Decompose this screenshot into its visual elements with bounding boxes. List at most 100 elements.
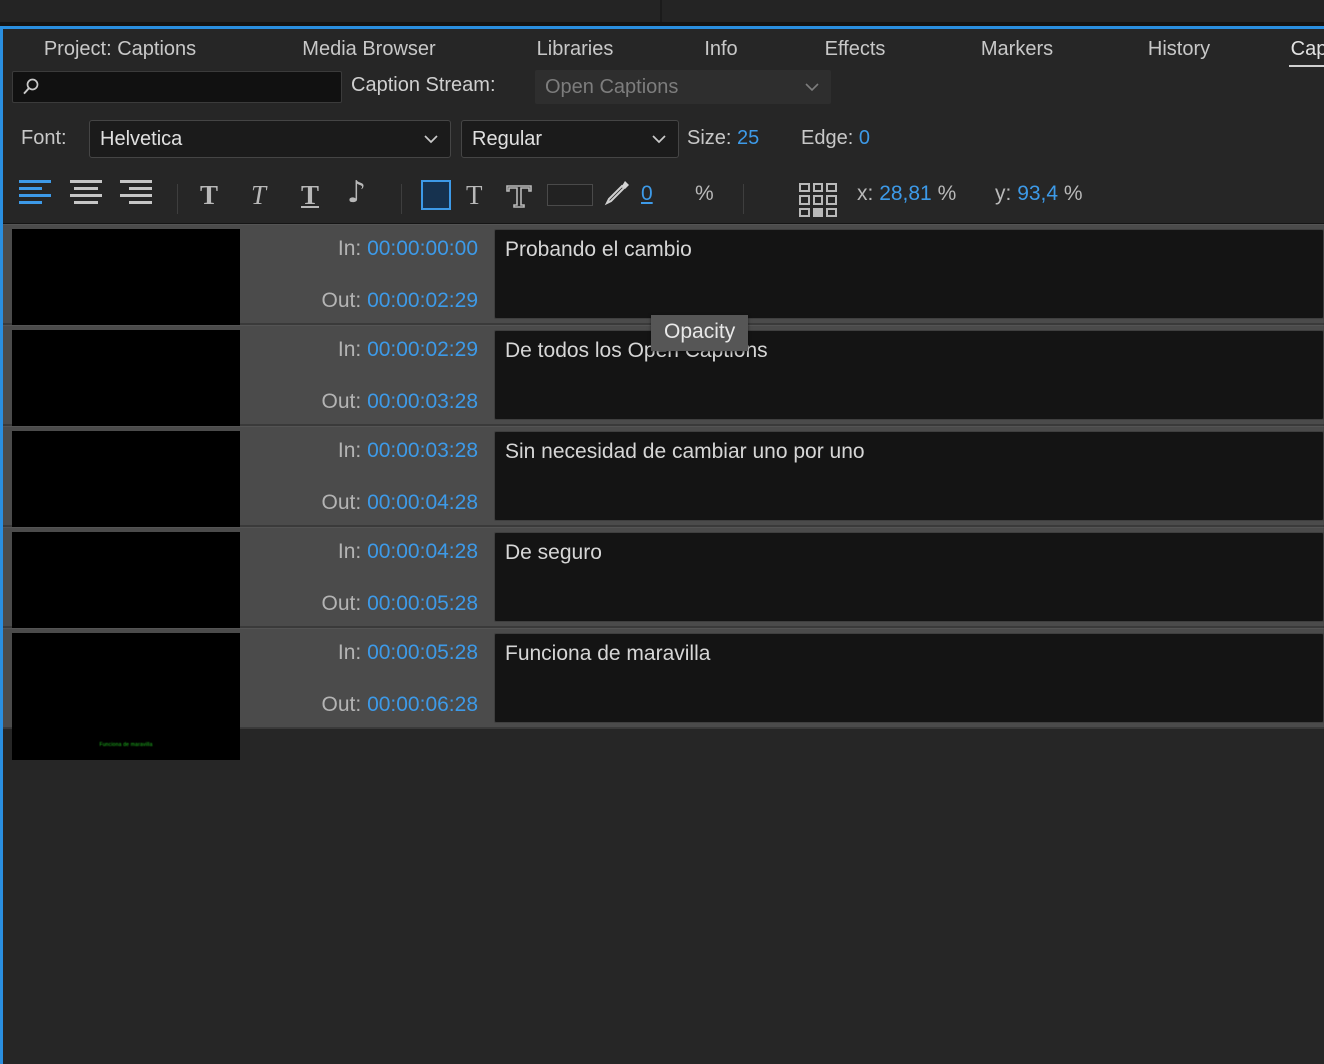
chevron-down-icon bbox=[650, 128, 668, 151]
edge-label: Edge: bbox=[801, 127, 854, 149]
tab-project-captions[interactable]: Project: Captions bbox=[25, 29, 215, 69]
caption-text-box[interactable]: Probando el cambio bbox=[494, 229, 1324, 319]
position-y-control[interactable]: y: 93,4 % bbox=[995, 182, 1083, 206]
font-size-value[interactable]: 25 bbox=[737, 127, 759, 149]
in-value[interactable]: 00:00:00:00 bbox=[367, 237, 478, 260]
out-value[interactable]: 00:00:06:28 bbox=[367, 693, 478, 716]
format-toolbar: T T T ♪ T 0 % x: 28,81 % y: 93,4 % bbox=[3, 168, 1324, 224]
align-right-icon[interactable] bbox=[120, 180, 152, 208]
anchor-cell-selected[interactable] bbox=[812, 207, 824, 217]
tab-info[interactable]: Info bbox=[695, 29, 747, 69]
position-x-label: x: bbox=[857, 182, 874, 205]
text-outline-icon[interactable] bbox=[503, 180, 535, 215]
panel-seam bbox=[660, 0, 662, 22]
caption-text-box[interactable]: Funciona de maravilla bbox=[494, 633, 1324, 723]
in-point[interactable]: In: 00:00:03:28 bbox=[338, 439, 478, 463]
caption-row[interactable]: Sin necesidad de cambiar uno por unoIn: … bbox=[3, 426, 1324, 558]
anchor-cell[interactable] bbox=[826, 195, 837, 205]
out-label: Out: bbox=[321, 390, 362, 413]
tab-media-browser[interactable]: Media Browser bbox=[287, 29, 451, 69]
out-value[interactable]: 00:00:02:29 bbox=[367, 289, 478, 312]
in-point[interactable]: In: 00:00:05:28 bbox=[338, 641, 478, 665]
music-note-icon[interactable]: ♪ bbox=[347, 178, 366, 208]
in-label: In: bbox=[337, 439, 362, 462]
out-label: Out: bbox=[321, 491, 362, 514]
anchor-cell[interactable] bbox=[826, 183, 837, 193]
position-y-value[interactable]: 93,4 bbox=[1017, 182, 1058, 205]
out-point[interactable]: Out: 00:00:04:28 bbox=[322, 491, 478, 515]
search-field[interactable] bbox=[12, 71, 342, 103]
in-point[interactable]: In: 00:00:02:29 bbox=[338, 338, 478, 362]
align-left-icon[interactable] bbox=[19, 180, 51, 208]
tab-markers[interactable]: Markers bbox=[967, 29, 1067, 69]
font-style-select[interactable]: Regular bbox=[461, 120, 679, 158]
out-point[interactable]: Out: 00:00:02:29 bbox=[322, 289, 478, 313]
tooltip-opacity: Opacity bbox=[651, 315, 749, 351]
caption-text-box[interactable]: De seguro bbox=[494, 532, 1324, 622]
in-point[interactable]: In: 00:00:04:28 bbox=[338, 540, 478, 564]
position-x-unit: % bbox=[937, 182, 957, 205]
caption-stream-select[interactable]: Open Captions bbox=[535, 70, 831, 104]
caption-timecodes: In: 00:00:04:28 Out: 00:00:05:28 bbox=[240, 528, 490, 626]
in-label: In: bbox=[337, 237, 362, 260]
out-value[interactable]: 00:00:04:28 bbox=[367, 491, 478, 514]
tab-history[interactable]: History bbox=[1135, 29, 1223, 69]
font-row: Font: Helvetica Regular Size: 25 Edge: 0 bbox=[3, 115, 1324, 168]
underline-icon[interactable]: T bbox=[301, 180, 319, 210]
anchor-cell[interactable] bbox=[799, 195, 810, 205]
edge-value[interactable]: 0 bbox=[859, 127, 870, 149]
in-value[interactable]: 00:00:05:28 bbox=[367, 641, 478, 664]
background-color-chip[interactable] bbox=[547, 184, 593, 206]
caption-text-box[interactable]: Sin necesidad de cambiar uno por uno bbox=[494, 431, 1324, 521]
out-point[interactable]: Out: 00:00:03:28 bbox=[322, 390, 478, 414]
font-family-select[interactable]: Helvetica bbox=[89, 120, 451, 158]
caption-text-box[interactable]: De todos los Open Captions bbox=[494, 330, 1324, 420]
text-anchor-grid-icon[interactable] bbox=[799, 183, 837, 217]
opacity-unit: % bbox=[695, 182, 714, 205]
caption-timecodes: In: 00:00:03:28 Out: 00:00:04:28 bbox=[240, 427, 490, 525]
app-top-strip bbox=[0, 0, 1324, 22]
text-color-swatch[interactable] bbox=[421, 180, 451, 210]
font-label: Font: bbox=[21, 127, 67, 149]
caption-thumbnail[interactable]: Funciona de maravilla bbox=[12, 633, 240, 760]
eyedropper-icon[interactable] bbox=[601, 178, 631, 215]
font-size-control[interactable]: Size: 25 bbox=[687, 127, 759, 150]
caption-stream-value: Open Captions bbox=[545, 75, 679, 98]
out-label: Out: bbox=[321, 693, 362, 716]
align-center-icon[interactable] bbox=[70, 180, 102, 208]
tab-effects[interactable]: Effects bbox=[815, 29, 895, 69]
caption-row[interactable]: Funciona de maravilla In: 00:00:05:28 Out:… bbox=[3, 628, 1324, 760]
out-point[interactable]: Out: 00:00:06:28 bbox=[322, 693, 478, 717]
chevron-down-icon bbox=[803, 76, 821, 99]
opacity-value[interactable]: 0 bbox=[641, 182, 653, 206]
anchor-cell[interactable] bbox=[799, 183, 810, 193]
anchor-cell[interactable] bbox=[799, 207, 810, 217]
caption-row[interactable]: De seguro In: 00:00:04:28 Out: 00:00:05:28… bbox=[3, 527, 1324, 659]
anchor-cell[interactable] bbox=[812, 183, 824, 193]
in-value[interactable]: 00:00:02:29 bbox=[367, 338, 478, 361]
chevron-down-icon bbox=[422, 128, 440, 151]
caption-row[interactable]: Probando el cambio In: 00:00:00:00 Out: 00… bbox=[3, 224, 1324, 356]
out-value[interactable]: 00:00:05:28 bbox=[367, 592, 478, 615]
tooltip-label: Opacity bbox=[664, 320, 736, 343]
in-value[interactable]: 00:00:03:28 bbox=[367, 439, 478, 462]
caption-timecodes: In: 00:00:00:00 Out: 00:00:02:29 bbox=[240, 225, 490, 323]
tab-libraries[interactable]: Libraries bbox=[523, 29, 627, 69]
in-value[interactable]: 00:00:04:28 bbox=[367, 540, 478, 563]
edge-control[interactable]: Edge: 0 bbox=[801, 127, 870, 150]
position-x-control[interactable]: x: 28,81 % bbox=[857, 182, 956, 206]
thumbnail-caption-text: Funciona de maravilla bbox=[99, 742, 153, 748]
search-input[interactable] bbox=[41, 78, 341, 96]
position-x-value[interactable]: 28,81 bbox=[879, 182, 932, 205]
anchor-cell[interactable] bbox=[826, 207, 837, 217]
tab-cap[interactable]: Cap bbox=[1289, 29, 1324, 69]
bold-icon[interactable]: T bbox=[200, 180, 218, 210]
italic-icon[interactable]: T bbox=[251, 180, 266, 210]
anchor-cell[interactable] bbox=[812, 195, 824, 205]
in-point[interactable]: In: 00:00:00:00 bbox=[338, 237, 478, 261]
out-point[interactable]: Out: 00:00:05:28 bbox=[322, 592, 478, 616]
position-y-label: y: bbox=[995, 182, 1012, 205]
in-label: In: bbox=[337, 338, 362, 361]
text-fill-icon[interactable]: T bbox=[466, 180, 483, 210]
out-value[interactable]: 00:00:03:28 bbox=[367, 390, 478, 413]
